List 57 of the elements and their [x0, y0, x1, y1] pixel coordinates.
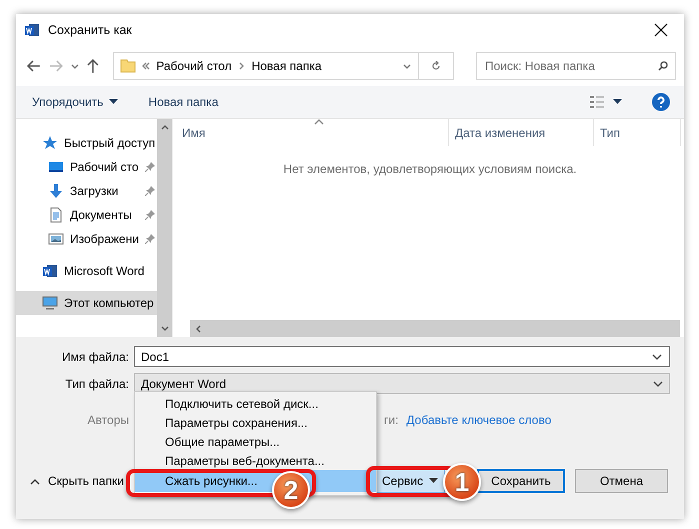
refresh-icon[interactable] [431, 61, 441, 71]
field-label: ги: [384, 413, 398, 427]
breadcrumb[interactable]: Рабочий стол [156, 59, 232, 73]
hide-folders-button[interactable]: Скрыть папки [30, 474, 124, 488]
column-header[interactable]: Дата изменения [449, 119, 594, 146]
close-icon[interactable] [654, 23, 668, 37]
column-header[interactable]: Тип [594, 119, 681, 146]
sidebar-item[interactable]: Загрузки [16, 179, 157, 203]
picture-icon [48, 231, 64, 247]
add-tag-link[interactable]: Добавьте ключевое слово [406, 413, 552, 427]
star-icon [42, 135, 58, 151]
back-arrow-icon[interactable] [26, 58, 42, 74]
menu-item[interactable]: Общие параметры... [135, 432, 376, 451]
file-type-dropdown[interactable]: Документ Word [134, 373, 670, 394]
filename-field[interactable]: Doc1 [134, 346, 670, 367]
sort-caret-icon [314, 119, 324, 125]
double-chevron-icon [142, 62, 150, 70]
word-icon [24, 22, 40, 38]
sidebar-item[interactable]: Быстрый доступ [16, 131, 157, 155]
word-icon [42, 263, 58, 279]
field-label: Тип файла: [64, 376, 130, 390]
chevron-up-icon [30, 478, 40, 484]
sidebar-item[interactable]: Microsoft Word [16, 259, 157, 283]
search-icon [658, 61, 668, 71]
column-header[interactable]: Имя [176, 119, 449, 146]
menu-item[interactable]: Параметры веб-документа... [135, 451, 376, 470]
search-field[interactable]: Поиск: Новая папка [476, 52, 676, 80]
window-title: Сохранить как [48, 23, 133, 37]
sidebar-item[interactable]: Документы [16, 203, 157, 227]
scrollbar[interactable] [157, 119, 172, 337]
folder-icon [120, 58, 136, 74]
field-label: Авторы [86, 413, 130, 427]
caret-icon [429, 478, 438, 484]
sidebar-item[interactable]: Этот компьютер [16, 291, 157, 315]
empty-message: Нет элементов, удовлетворяющих условиям поиска. [283, 162, 577, 178]
desktop-icon [48, 159, 64, 175]
document-icon [48, 207, 64, 223]
field-label: Имя файла: [61, 350, 130, 364]
help-icon[interactable] [652, 93, 670, 111]
view-options-icon[interactable] [590, 96, 622, 108]
download-arrow-icon [48, 183, 64, 199]
menu-item[interactable]: Параметры сохранения... [135, 413, 376, 432]
chevron-down-icon [653, 380, 663, 386]
computer-icon [42, 295, 58, 311]
address-bar[interactable]: Рабочий стол Новая папка [113, 52, 454, 80]
chevron-down-icon[interactable] [652, 354, 662, 360]
scrollbar[interactable] [190, 320, 680, 337]
save-button[interactable]: Сохранить [477, 469, 565, 493]
chevron-right-icon [238, 62, 246, 70]
menu-item[interactable]: Подключить сетевой диск... [135, 394, 376, 413]
sidebar-item[interactable]: Изображени [16, 227, 157, 251]
organize-button[interactable]: Упорядочить [32, 95, 118, 109]
caret-icon [109, 99, 118, 105]
new-folder-button[interactable]: Новая папка [148, 95, 218, 109]
breadcrumb[interactable]: Новая папка [252, 59, 322, 73]
cancel-button[interactable]: Отмена [575, 469, 668, 493]
sidebar-item[interactable]: Рабочий сто [16, 155, 157, 179]
